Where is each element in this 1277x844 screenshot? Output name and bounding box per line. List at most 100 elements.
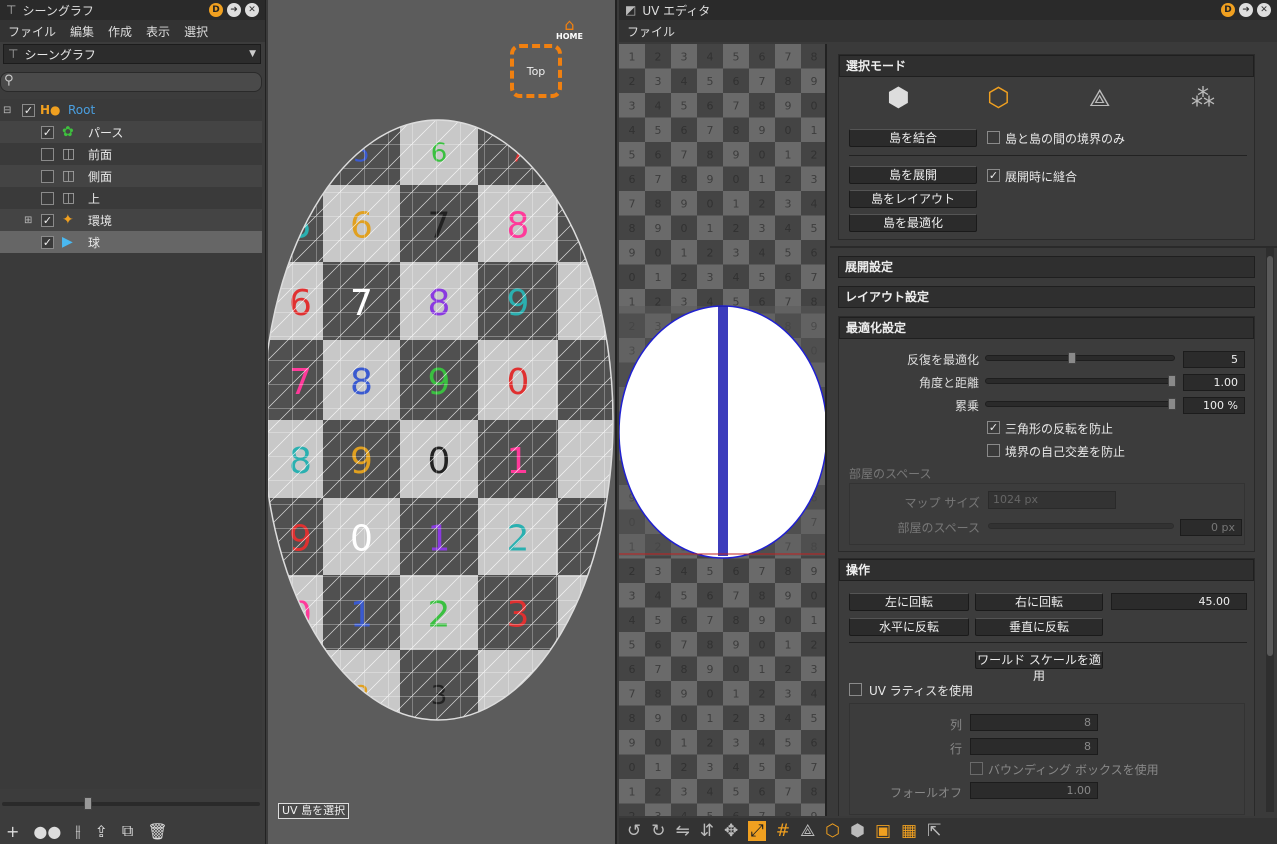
zoom-slider[interactable] <box>2 797 260 810</box>
select-island-icon[interactable]: ⬢ <box>887 83 917 113</box>
top-checkbox[interactable] <box>41 191 54 205</box>
flip-vertical-button[interactable]: 垂直に反転 <box>975 618 1103 636</box>
group-icon[interactable]: ●● <box>33 822 61 841</box>
add-icon[interactable]: + <box>6 822 19 841</box>
select-face-icon[interactable]: ⬡ <box>987 83 1017 113</box>
scene-graph-menubar: ファイル 編集 作成 表示 選択 <box>0 20 265 42</box>
perspective-checkbox[interactable]: ✓ <box>41 125 54 139</box>
uv-close-icon[interactable]: ✕ <box>1257 3 1271 17</box>
menu-select[interactable]: 選択 <box>184 23 208 40</box>
properties-scrollbar[interactable] <box>1266 248 1274 812</box>
menu-file[interactable]: ファイル <box>8 23 56 40</box>
environment-checkbox[interactable]: ✓ <box>41 213 54 227</box>
uv-menu-file[interactable]: ファイル <box>627 23 675 40</box>
uv-cell-number: 5 <box>629 638 636 651</box>
unfold-settings-header[interactable]: 展開設定 <box>838 256 1255 278</box>
rotate-right-button[interactable]: 右に回転 <box>975 593 1103 611</box>
close-icon[interactable]: ✕ <box>245 3 259 17</box>
side-checkbox[interactable] <box>41 169 54 183</box>
uv-canvas[interactable]: 1 2 3 4 5 6 7 8 2 3 4 5 6 7 8 9 3 4 5 6 7 8 9 0 4 5 6 7 8 9 0 1 5 6 7 8 9 0 1 2… <box>619 44 827 816</box>
move-up-icon[interactable]: ⇪ <box>95 822 108 841</box>
scale-icon[interactable]: ⤢ <box>748 821 766 841</box>
scene-graph-dropdown[interactable]: ⊤ シーングラフ ▼ <box>3 44 261 64</box>
tree-item-environment[interactable]: ⊞ ✓ ✦ 環境 <box>0 209 262 231</box>
tree-item-side[interactable]: ◫ 側面 <box>0 165 262 187</box>
use-lattice-checkbox[interactable] <box>849 683 862 696</box>
sphere-checkbox[interactable]: ✓ <box>41 235 54 249</box>
view-cube[interactable]: Top <box>510 44 562 98</box>
menu-view[interactable]: 表示 <box>146 23 170 40</box>
image-icon[interactable]: ▣ <box>875 821 891 841</box>
root-checkbox[interactable]: ✓ <box>22 103 35 117</box>
optimize-settings-header[interactable]: 最適化設定 <box>839 317 1254 339</box>
iterations-field[interactable]: 5 <box>1183 351 1245 368</box>
search-input[interactable] <box>19 74 255 90</box>
grid-icon[interactable]: # <box>776 821 790 841</box>
uv-cell-number: 2 <box>707 736 714 749</box>
power-knob[interactable] <box>1168 398 1176 410</box>
select-vertex-icon[interactable]: ⁂ <box>1191 83 1221 113</box>
uv-cell-number: 1 <box>629 50 636 63</box>
bounding-box-checkbox <box>970 762 983 775</box>
collapse-icon[interactable]: ⊟ <box>3 105 11 116</box>
dock-icon[interactable]: D <box>209 3 223 17</box>
angle-slider[interactable] <box>985 375 1176 387</box>
island-mode-icon[interactable]: ⬢ <box>850 821 865 841</box>
flip-h-icon[interactable]: ⇋ <box>676 821 690 841</box>
rotate-ccw-icon[interactable]: ↺ <box>627 821 641 841</box>
transform-icon[interactable]: ⇱ <box>927 821 941 841</box>
prevent-flip-checkbox[interactable]: ✓ <box>987 421 1000 434</box>
trash-icon[interactable]: 🗑 <box>147 822 167 841</box>
prevent-self-checkbox[interactable] <box>987 444 1000 457</box>
unfold-island-button[interactable]: 島を展開 <box>849 166 977 184</box>
rotate-left-button[interactable]: 左に回転 <box>849 593 969 611</box>
rotate-cw-icon[interactable]: ↻ <box>651 821 665 841</box>
angle-field[interactable]: 1.00 <box>1183 374 1245 391</box>
tree-item-perspective[interactable]: ✓ ✿ パース <box>0 121 262 143</box>
select-edge-icon[interactable]: ⟁ <box>1089 83 1119 113</box>
uv-cell-number: 2 <box>759 687 766 700</box>
iterations-knob[interactable] <box>1068 352 1076 364</box>
iterations-slider[interactable] <box>985 352 1175 364</box>
power-field[interactable]: 100 % <box>1183 397 1245 414</box>
uv-dock-icon[interactable]: D <box>1221 3 1235 17</box>
flip-v-icon[interactable]: ⇵ <box>700 821 714 841</box>
arrow-icon[interactable]: ➜ <box>227 3 241 17</box>
move-icon[interactable]: ✥ <box>724 821 738 841</box>
uv-cell-number: 4 <box>733 271 740 284</box>
border-only-checkbox[interactable] <box>987 131 1000 144</box>
expand-icon[interactable]: ⊞ <box>24 215 32 226</box>
checker-icon[interactable]: ▦ <box>901 821 917 841</box>
home-button[interactable]: ⌂ HOME <box>556 17 583 42</box>
operations-header[interactable]: 操作 <box>839 559 1254 581</box>
rotate-angle-field[interactable]: 45.00 <box>1111 593 1247 610</box>
layout-settings-header[interactable]: レイアウト設定 <box>838 286 1255 308</box>
face-mode-icon[interactable]: ⬡ <box>825 821 840 841</box>
duplicate-icon[interactable]: ⧉ <box>122 821 133 841</box>
tree-item-sphere[interactable]: ✓ ▶ 球 <box>0 231 262 253</box>
scrollbar-thumb[interactable] <box>1267 256 1273 656</box>
flip-horizontal-button[interactable]: 水平に反転 <box>849 618 969 636</box>
apply-world-scale-button[interactable]: ワールド スケールを適用 <box>975 651 1103 683</box>
power-slider[interactable] <box>985 398 1176 410</box>
optimize-island-button[interactable]: 島を最適化 <box>849 214 977 232</box>
layout-island-button[interactable]: 島をレイアウト <box>849 190 977 208</box>
zoom-slider-knob[interactable] <box>84 797 92 810</box>
wire-icon[interactable]: ⟁ <box>800 821 815 841</box>
tree-item-top[interactable]: ◫ 上 <box>0 187 262 209</box>
pivot-icon[interactable]: ⫲ <box>75 821 80 841</box>
merge-islands-button[interactable]: 島を結合 <box>849 129 977 147</box>
uv-cell-number: 4 <box>785 712 792 725</box>
viewport[interactable]: 45675678678978908901901201231234 Top ⌂ H… <box>268 0 617 844</box>
uv-cell-number: 5 <box>629 148 636 161</box>
menu-create[interactable]: 作成 <box>108 23 132 40</box>
merge-on-unfold-checkbox[interactable]: ✓ <box>987 169 1000 182</box>
tree-item-front[interactable]: ◫ 前面 <box>0 143 262 165</box>
uv-cell-number: 8 <box>811 50 818 63</box>
front-checkbox[interactable] <box>41 147 54 161</box>
angle-knob[interactable] <box>1168 375 1176 387</box>
menu-edit[interactable]: 編集 <box>70 23 94 40</box>
uv-arrow-icon[interactable]: ➜ <box>1239 3 1253 17</box>
search-field[interactable]: ⚲ <box>0 72 262 92</box>
tree-item-root[interactable]: ⊟ ✓ H● Root <box>0 99 262 121</box>
